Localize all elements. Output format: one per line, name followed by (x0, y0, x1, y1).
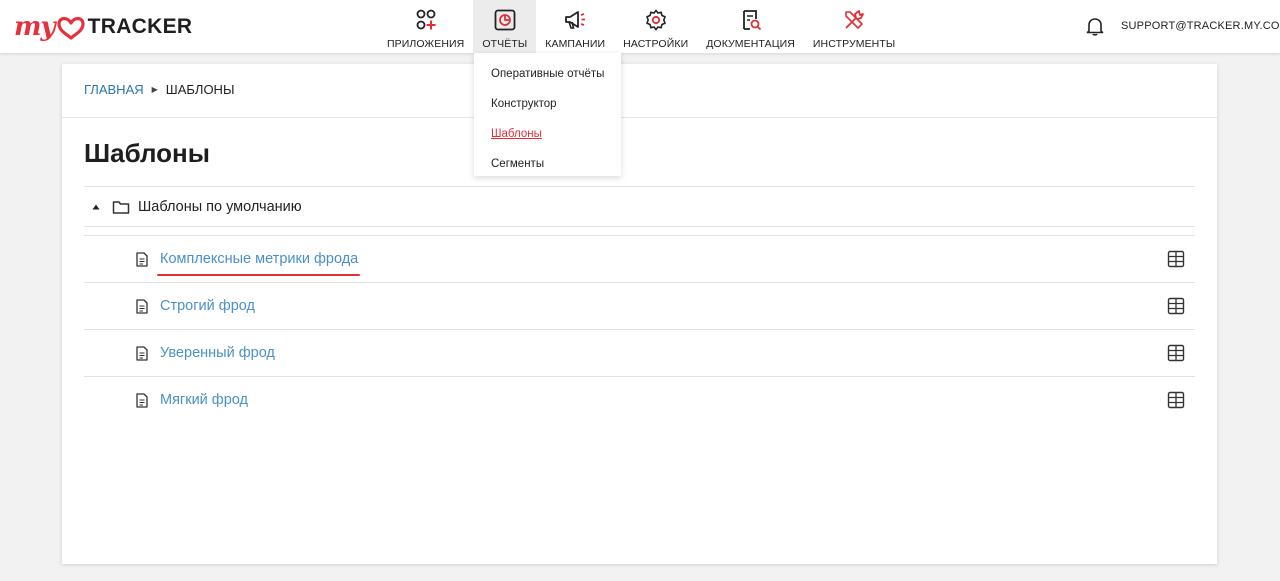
table-view-icon[interactable] (1167, 250, 1185, 268)
reports-icon (494, 9, 516, 31)
folder-row-default-templates[interactable]: Шаблоны по умолчанию (84, 186, 1195, 227)
gear-icon (645, 9, 666, 31)
table-view-icon[interactable] (1167, 297, 1185, 315)
menu-item-segments[interactable]: Сегменты (474, 149, 621, 179)
tools-icon (845, 10, 864, 29)
nav-label-docs: ДОКУМЕНТАЦИЯ (706, 38, 795, 50)
template-link-text: Комплексные метрики фрода (160, 251, 359, 267)
support-email[interactable]: SUPPORT@TRACKER.MY.COM (1121, 20, 1280, 32)
doc-search-icon (742, 10, 761, 31)
document-icon (136, 345, 148, 361)
nav-item-campaigns[interactable]: КАМПАНИИ (536, 0, 614, 53)
breadcrumb: ГЛАВНАЯ ▶ ШАБЛОНЫ (84, 82, 234, 97)
card-divider (62, 117, 1217, 118)
bell-icon[interactable] (1084, 15, 1106, 37)
main-nav: ПРИЛОЖЕНИЯ ОТЧЁТЫ КАМПАНИИ НАСТРОЙКИ ДОК… (378, 0, 904, 53)
nav-item-apps[interactable]: ПРИЛОЖЕНИЯ (378, 0, 473, 53)
table-view-icon[interactable] (1167, 344, 1185, 362)
document-icon (136, 251, 148, 267)
nav-label-reports: ОТЧЁТЫ (482, 38, 528, 50)
template-link-complex-fraud-metrics[interactable]: Комплексные метрики фрода (157, 251, 361, 276)
breadcrumb-current: ШАБЛОНЫ (165, 82, 235, 97)
templates-list: Комплексные метрики фрода Строгий фрод У… (84, 235, 1195, 423)
folder-label: Шаблоны по умолчанию (138, 198, 302, 215)
reports-dropdown-menu: Оперативные отчёты Конструктор Шаблоны С… (474, 53, 621, 176)
document-icon (136, 298, 148, 314)
template-link-confident-fraud[interactable]: Уверенный фрод (160, 345, 275, 361)
nav-label-apps: ПРИЛОЖЕНИЯ (387, 38, 465, 50)
page-title: Шаблоны (84, 138, 210, 168)
nav-label-campaigns: КАМПАНИИ (545, 38, 606, 50)
template-row: Строгий фрод (84, 282, 1195, 329)
nav-item-reports[interactable]: ОТЧЁТЫ (473, 0, 537, 53)
table-view-icon[interactable] (1167, 391, 1185, 409)
menu-item-operative-reports[interactable]: Оперативные отчёты (474, 59, 621, 89)
logo-my-text: my (14, 12, 56, 42)
main-card: ГЛАВНАЯ ▶ ШАБЛОНЫ Шаблоны Шаблоны по умо… (62, 64, 1217, 564)
top-header: my TRACKER ПРИЛОЖЕНИЯ ОТЧЁТЫ КАМПАНИИ НА… (0, 0, 1280, 53)
template-row: Уверенный фрод (84, 329, 1195, 376)
breadcrumb-home-link[interactable]: ГЛАВНАЯ (84, 82, 144, 97)
template-row: Комплексные метрики фрода (84, 235, 1195, 282)
breadcrumb-separator-icon: ▶ (151, 85, 158, 94)
caret-up-icon[interactable] (91, 202, 101, 212)
mytracker-logo[interactable]: my TRACKER (14, 9, 192, 45)
folder-icon (112, 200, 130, 214)
apps-icon (416, 9, 436, 30)
nav-item-docs[interactable]: ДОКУМЕНТАЦИЯ (697, 0, 804, 53)
nav-label-settings: НАСТРОЙКИ (623, 38, 689, 50)
document-icon (136, 392, 148, 408)
logo-heart-icon (57, 17, 85, 40)
nav-item-settings[interactable]: НАСТРОЙКИ (614, 0, 697, 53)
template-row: Мягкий фрод (84, 376, 1195, 423)
red-underline-annotation (157, 274, 361, 276)
nav-label-tools: ИНСТРУМЕНТЫ (812, 38, 896, 50)
menu-item-constructor[interactable]: Конструктор (474, 89, 621, 119)
template-link-soft-fraud[interactable]: Мягкий фрод (160, 392, 248, 408)
logo-tracker-text: TRACKER (87, 15, 193, 38)
menu-item-templates[interactable]: Шаблоны (474, 119, 621, 149)
megaphone-icon (565, 11, 586, 29)
template-link-strict-fraud[interactable]: Строгий фрод (160, 298, 255, 314)
nav-item-tools[interactable]: ИНСТРУМЕНТЫ (804, 0, 904, 53)
